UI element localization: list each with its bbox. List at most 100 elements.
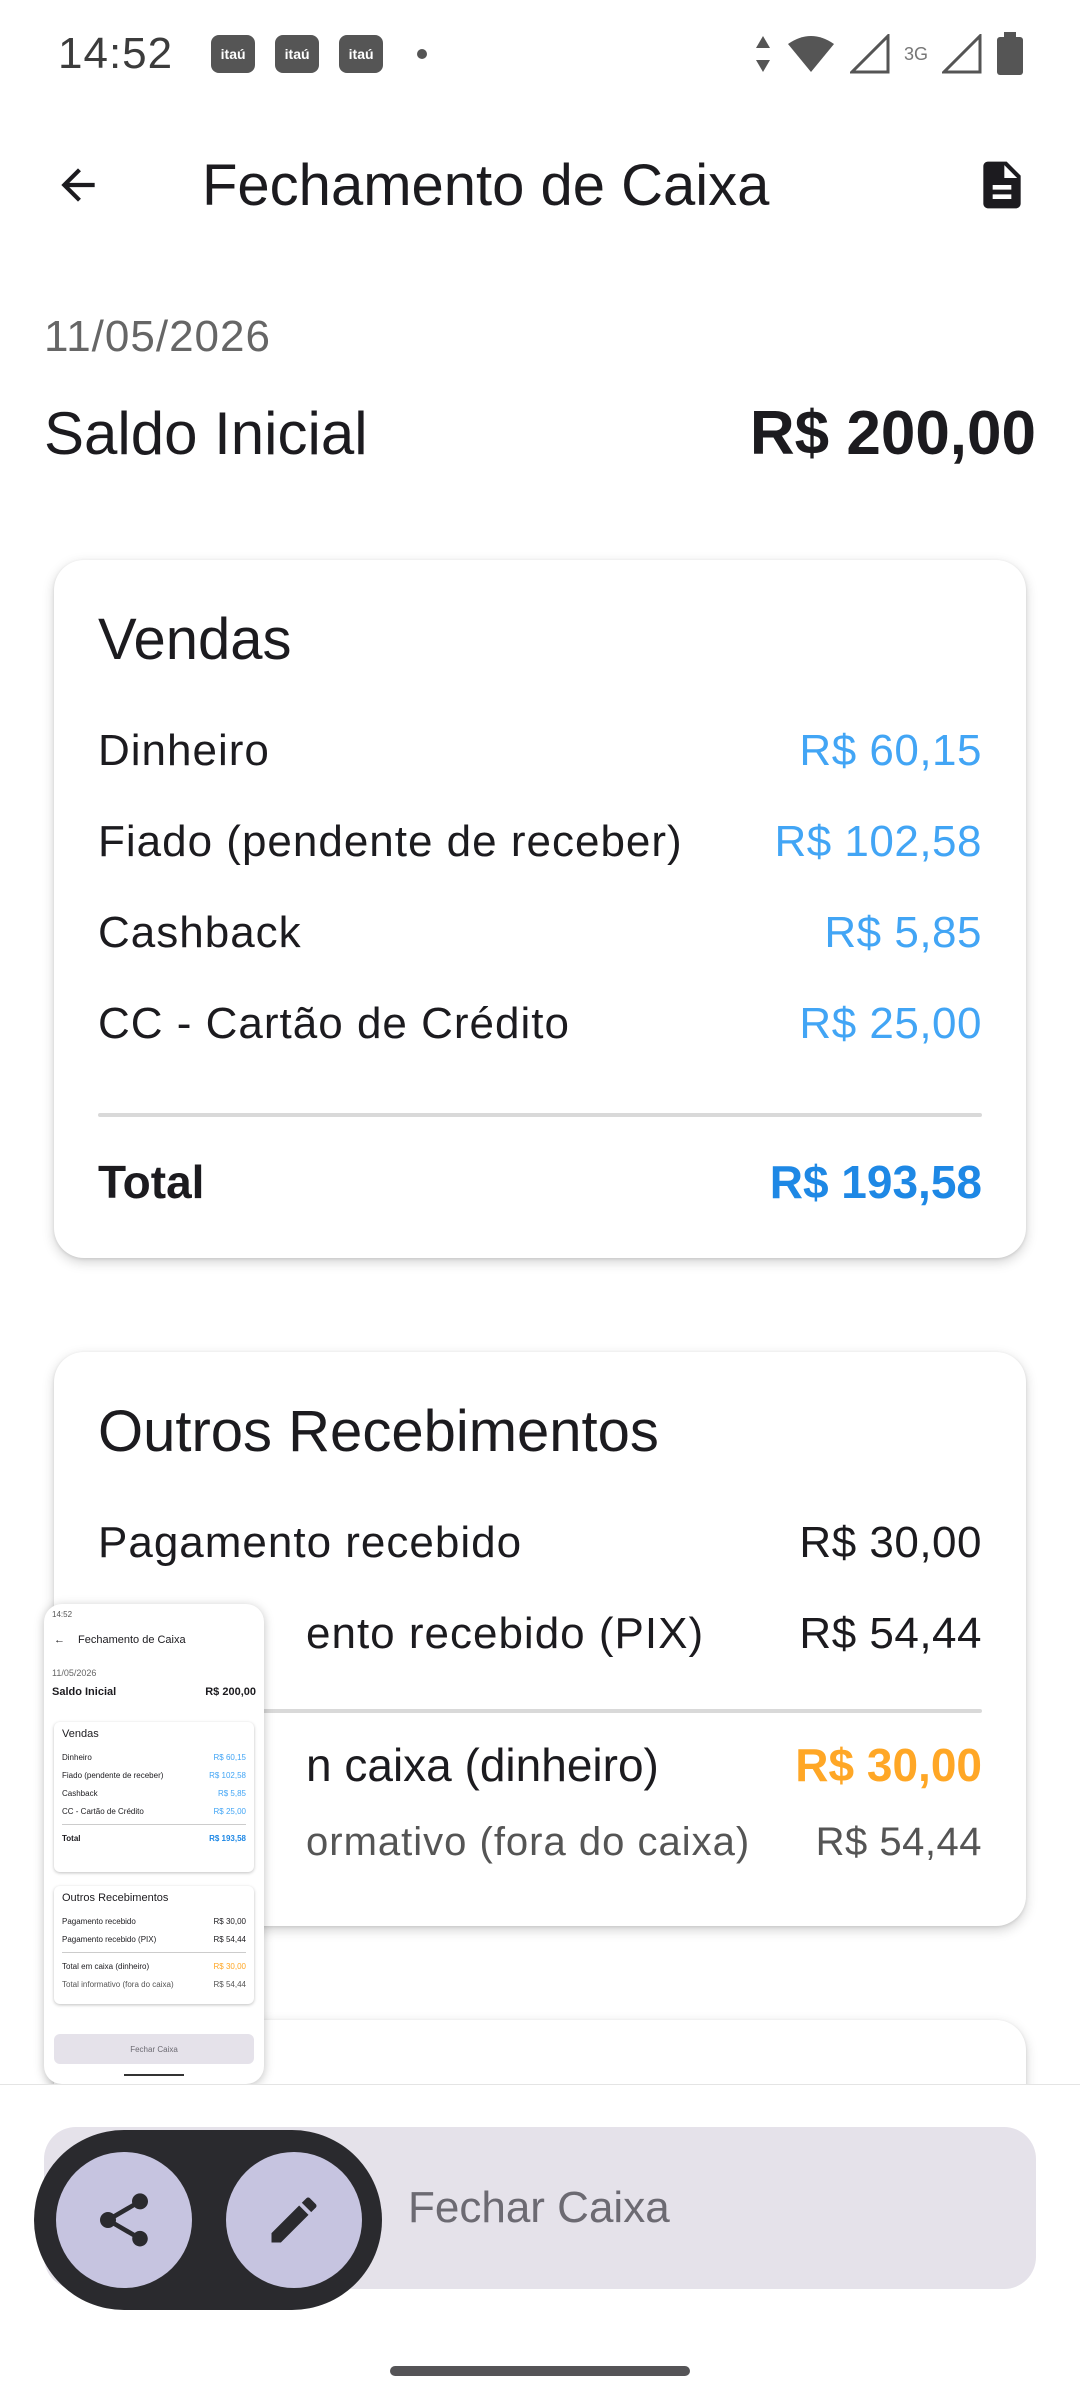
thumb-total-label: Total — [62, 1833, 81, 1843]
pencil-icon — [271, 2197, 317, 2243]
thumb-row-label: CC - Cartão de Crédito — [62, 1806, 144, 1816]
thumb-row: Dinheiro R$ 60,15 — [62, 1748, 246, 1766]
thumb-divider — [62, 1824, 246, 1825]
row-label: Dinheiro — [98, 725, 270, 775]
thumb-status-time: 14:52 — [52, 1610, 73, 1619]
row-label: Cashback — [98, 907, 302, 957]
thumb-row-label: Dinheiro — [62, 1752, 92, 1762]
screenshot-toolbar — [34, 2130, 382, 2310]
arrow-left-icon — [61, 168, 95, 202]
page-title: Fechamento de Caixa — [202, 152, 770, 218]
back-button[interactable] — [40, 147, 116, 223]
signal-icon — [942, 34, 982, 74]
document-button[interactable] — [964, 147, 1040, 223]
status-right-icons: 3G — [754, 32, 1024, 76]
status-bar: 14:52 itaú itaú itaú 3G — [0, 0, 1080, 108]
notification-icons: itaú itaú itaú — [211, 35, 428, 73]
thumb-row: Total informativo (fora do caixa) R$ 54,4… — [62, 1975, 246, 1993]
signal-icon — [849, 34, 890, 74]
row-value: R$ 5,85 — [824, 907, 982, 957]
gesture-nav-pill[interactable] — [390, 2366, 690, 2376]
thumb-row-label: Pagamento recebido — [62, 1916, 136, 1926]
date-label: 11/05/2026 — [44, 312, 271, 361]
thumb-row-value: R$ 30,00 — [213, 1961, 246, 1971]
vendas-total-row: Total R$ 193,58 — [98, 1117, 982, 1247]
thumb-row-value: R$ 54,44 — [213, 1979, 246, 1989]
total-caixa-label: n caixa (dinheiro) — [306, 1739, 659, 1791]
thumb-row-label: Total informativo (fora do caixa) — [62, 1979, 174, 1989]
outros-row: Pagamento recebido R$ 30,00 — [98, 1497, 982, 1588]
wifi-icon — [787, 36, 834, 72]
vendas-row: CC - Cartão de Crédito R$ 25,00 — [98, 978, 982, 1069]
thumb-row-value: R$ 60,15 — [213, 1752, 246, 1762]
saldo-value: R$ 200,00 — [749, 399, 1036, 468]
battery-icon — [997, 32, 1023, 75]
thumb-row-label: Cashback — [62, 1788, 98, 1798]
thumb-total-value: R$ 193,58 — [209, 1833, 246, 1843]
saldo-label: Saldo Inicial — [44, 400, 368, 467]
vendas-title: Vendas — [98, 607, 292, 672]
edit-button[interactable] — [226, 2152, 362, 2288]
thumb-row: Fiado (pendente de receber) R$ 102,58 — [62, 1766, 246, 1784]
app-bar: Fechamento de Caixa — [0, 120, 1080, 250]
itau-app-icon: itaú — [339, 35, 384, 73]
row-label: Pagamento recebido — [98, 1517, 523, 1567]
thumb-back-icon: ← — [54, 1634, 65, 1646]
thumb-nav-pill — [124, 2074, 184, 2076]
thumb-title: Fechamento de Caixa — [78, 1634, 186, 1646]
vendas-total-label: Total — [98, 1156, 205, 1208]
thumb-row-value: R$ 30,00 — [213, 1916, 246, 1926]
thumb-row-value: R$ 54,44 — [213, 1934, 246, 1944]
itau-app-icon: itaú — [211, 35, 256, 73]
thumb-row-label: Fiado (pendente de receber) — [62, 1770, 164, 1780]
row-value: R$ 54,44 — [799, 1608, 982, 1658]
informativo-value: R$ 54,44 — [815, 1819, 982, 1864]
thumb-saldo-value: R$ 200,00 — [205, 1686, 256, 1698]
screenshot-thumbnail[interactable]: 14:52 ← Fechamento de Caixa 11/05/2026 S… — [44, 1604, 264, 2084]
thumb-fechar-button: Fechar Caixa — [54, 2034, 254, 2064]
data-arrows-icon — [755, 36, 770, 72]
share-icon — [100, 2193, 148, 2247]
vendas-row: Fiado (pendente de receber) R$ 102,58 — [98, 796, 982, 887]
thumb-row: Pagamento recebido R$ 30,00 — [62, 1912, 246, 1930]
thumb-row: Pagamento recebido (PIX) R$ 54,44 — [62, 1930, 246, 1948]
row-label: ento recebido (PIX) — [306, 1608, 705, 1658]
thumb-vendas-card: Vendas Dinheiro R$ 60,15 Fiado (pendente … — [54, 1722, 254, 1872]
status-time: 14:52 — [58, 29, 174, 78]
share-button[interactable] — [56, 2152, 192, 2288]
thumb-row-label: Total em caixa (dinheiro) — [62, 1961, 150, 1971]
thumb-saldo-row: Saldo Inicial R$ 200,00 — [52, 1686, 256, 1698]
thumb-date: 11/05/2026 — [52, 1668, 97, 1678]
thumb-outros-card: Outros Recebimentos Pagamento recebido R$… — [54, 1886, 254, 2004]
itau-app-icon: itaú — [275, 35, 320, 73]
thumb-row: CC - Cartão de Crédito R$ 25,00 — [62, 1802, 246, 1820]
row-value: R$ 102,58 — [774, 816, 982, 866]
dot-icon — [417, 49, 428, 59]
network-label: 3G — [903, 43, 928, 64]
thumb-row-label: Pagamento recebido (PIX) — [62, 1934, 157, 1944]
thumb-row-value: R$ 5,85 — [217, 1788, 246, 1798]
row-value: R$ 25,00 — [799, 998, 982, 1048]
outros-title: Outros Recebimentos — [98, 1399, 659, 1464]
row-label: CC - Cartão de Crédito — [98, 998, 570, 1048]
thumb-outros-title: Outros Recebimentos — [62, 1892, 169, 1904]
informativo-label: ormativo (fora do caixa) — [306, 1819, 751, 1864]
thumb-row: Cashback R$ 5,85 — [62, 1784, 246, 1802]
vendas-row: Cashback R$ 5,85 — [98, 887, 982, 978]
total-caixa-value: R$ 30,00 — [795, 1739, 982, 1791]
vendas-card: Vendas Dinheiro R$ 60,15 Fiado (pendente… — [54, 560, 1026, 1258]
vendas-total-value: R$ 193,58 — [769, 1156, 982, 1208]
thumb-total-row: Total R$ 193,58 — [62, 1829, 246, 1847]
thumb-vendas-title: Vendas — [62, 1728, 99, 1740]
row-label: Fiado (pendente de receber) — [98, 816, 683, 866]
thumb-row-value: R$ 102,58 — [209, 1770, 246, 1780]
thumb-divider — [62, 1952, 246, 1953]
row-value: R$ 60,15 — [799, 725, 982, 775]
thumb-row-value: R$ 25,00 — [213, 1806, 246, 1816]
document-icon — [983, 161, 1021, 209]
thumb-row: Total em caixa (dinheiro) R$ 30,00 — [62, 1957, 246, 1975]
thumb-saldo-label: Saldo Inicial — [52, 1686, 117, 1698]
vendas-row: Dinheiro R$ 60,15 — [98, 705, 982, 796]
saldo-inicial-row: Saldo Inicial R$ 200,00 — [44, 398, 1036, 469]
row-value: R$ 30,00 — [799, 1517, 982, 1567]
